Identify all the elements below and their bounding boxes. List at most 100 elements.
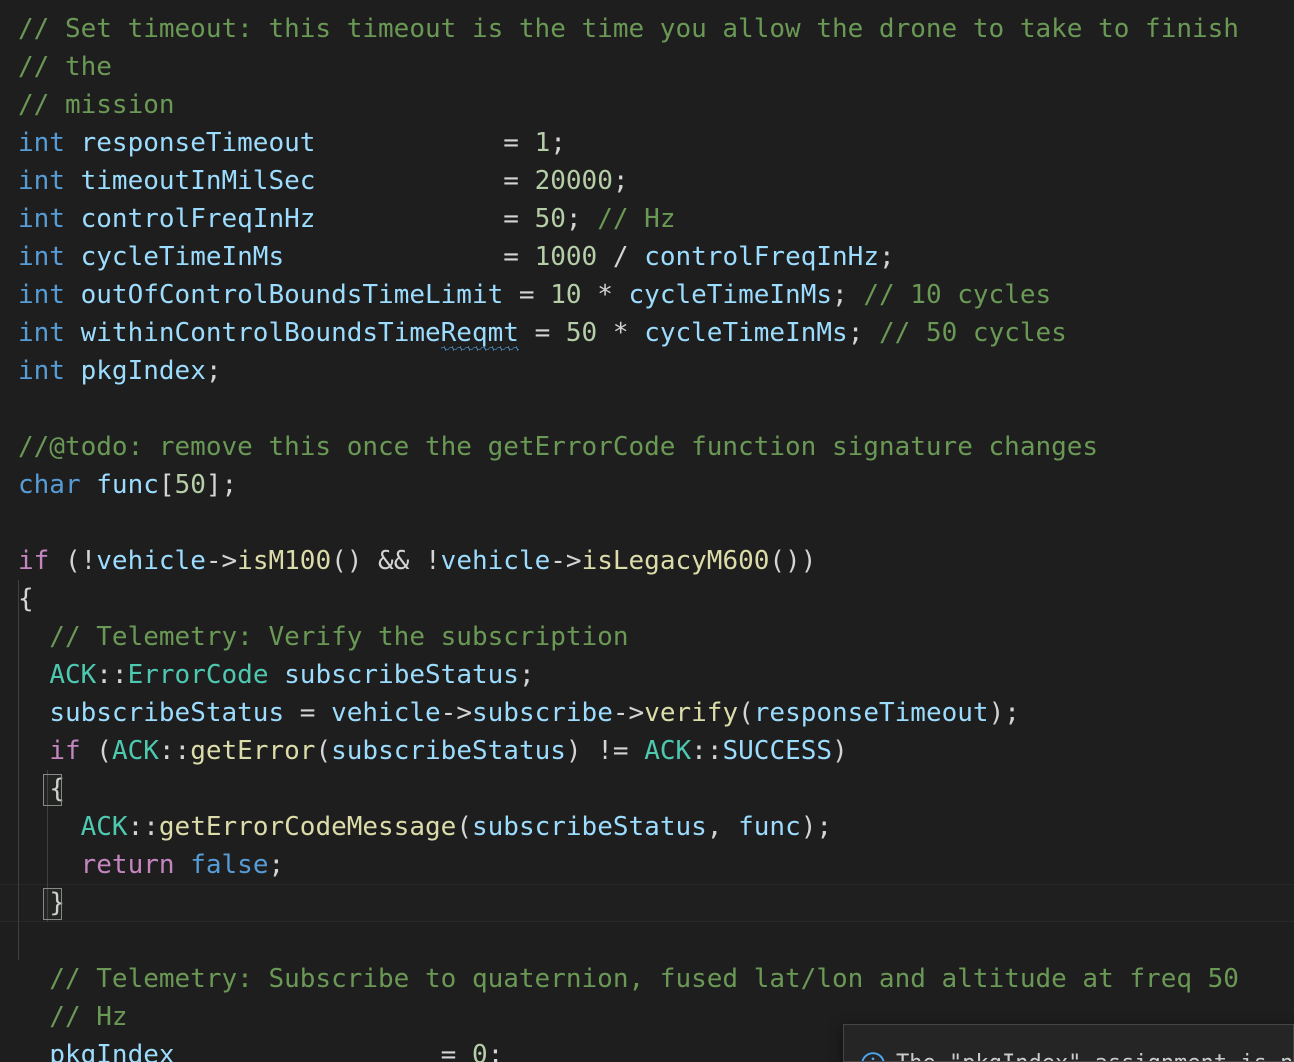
code-line-text: { bbox=[0, 580, 34, 618]
code-line[interactable]: return false; bbox=[0, 846, 1294, 884]
code-line-text: int timeoutInMilSec = 20000; bbox=[0, 162, 629, 200]
code-line[interactable] bbox=[0, 504, 1294, 542]
code-line-text: // Hz bbox=[0, 998, 127, 1036]
code-line[interactable]: int withinControlBoundsTimeReqmt = 50 * … bbox=[0, 314, 1294, 352]
code-line-text: ACK::ErrorCode subscribeStatus; bbox=[0, 656, 535, 694]
code-token: ( bbox=[80, 736, 112, 766]
code-token: ; bbox=[518, 660, 535, 690]
code-line[interactable] bbox=[0, 390, 1294, 428]
code-line[interactable]: //@todo: remove this once the getErrorCo… bbox=[0, 428, 1294, 466]
code-token: // the bbox=[18, 52, 112, 82]
code-line-text: { bbox=[0, 770, 65, 808]
code-line[interactable]: ACK::getErrorCodeMessage(subscribeStatus… bbox=[0, 808, 1294, 846]
code-token: = bbox=[503, 166, 535, 196]
code-token: int bbox=[18, 280, 65, 310]
code-token: int bbox=[18, 356, 65, 386]
code-token: char bbox=[18, 470, 81, 500]
hover-tooltip-row: The "pkgIndex" assignment is not f bbox=[844, 1025, 1293, 1061]
code-token: getErrorCodeMessage bbox=[158, 812, 457, 842]
code-line[interactable]: // the bbox=[0, 48, 1294, 86]
code-token: cycleTimeInMs bbox=[644, 318, 848, 348]
code-line[interactable]: int controlFreqInHz = 50; // Hz bbox=[0, 200, 1294, 238]
code-token: ACK bbox=[111, 736, 159, 766]
code-token: 20000 bbox=[534, 166, 613, 196]
code-line-text: char func[50]; bbox=[0, 466, 237, 504]
code-token: ACK bbox=[80, 812, 128, 842]
code-token: :: bbox=[158, 736, 191, 766]
code-token: ; bbox=[550, 128, 566, 158]
code-token: controlFreqInHz bbox=[80, 204, 316, 234]
code-line-text: //@todo: remove this once the getErrorCo… bbox=[0, 428, 1098, 466]
code-token: ); bbox=[988, 698, 1020, 728]
code-line[interactable]: int responseTimeout = 1; bbox=[0, 124, 1294, 162]
code-lines-container[interactable]: // Set timeout: this timeout is the time… bbox=[0, 0, 1294, 1062]
code-line[interactable]: char func[50]; bbox=[0, 466, 1294, 504]
code-token: int bbox=[18, 242, 65, 272]
code-token: withinControlBoundsTime bbox=[80, 318, 441, 348]
code-token: ACK bbox=[644, 736, 692, 766]
code-line[interactable]: int timeoutInMilSec = 20000; bbox=[0, 162, 1294, 200]
code-token: 0 bbox=[471, 1040, 488, 1062]
code-line-text: int cycleTimeInMs = 1000 / controlFreqIn… bbox=[0, 238, 895, 276]
code-token: // Set timeout: this timeout is the time… bbox=[18, 14, 1239, 44]
code-token: // Hz bbox=[597, 204, 676, 234]
code-line[interactable]: // Set timeout: this timeout is the time… bbox=[0, 10, 1294, 48]
code-line[interactable]: } bbox=[0, 884, 1294, 922]
code-token: (! bbox=[49, 546, 97, 576]
code-line-text: // Telemetry: Verify the subscription bbox=[0, 618, 628, 656]
code-token: ; bbox=[832, 280, 864, 310]
code-token: ErrorCode bbox=[127, 660, 269, 690]
code-token: ; bbox=[847, 318, 879, 348]
code-line[interactable]: int cycleTimeInMs = 1000 / controlFreqIn… bbox=[0, 238, 1294, 276]
code-line-text: int responseTimeout = 1; bbox=[0, 124, 566, 162]
code-token: if bbox=[49, 736, 81, 766]
code-line-text: ACK::getErrorCodeMessage(subscribeStatus… bbox=[0, 808, 832, 846]
code-line[interactable] bbox=[0, 922, 1294, 960]
code-line-text: subscribeStatus = vehicle->subscribe->ve… bbox=[0, 694, 1020, 732]
code-line[interactable]: if (!vehicle->isM100() && !vehicle->isLe… bbox=[0, 542, 1294, 580]
code-line[interactable]: { bbox=[0, 770, 1294, 808]
code-token: ( bbox=[315, 736, 332, 766]
code-token: false bbox=[190, 850, 269, 880]
code-token: ) != bbox=[565, 736, 645, 766]
code-line[interactable]: // Telemetry: Subscribe to quaternion, f… bbox=[0, 960, 1294, 998]
code-editor-viewport[interactable]: // Set timeout: this timeout is the time… bbox=[0, 0, 1294, 1062]
code-token: ; bbox=[268, 850, 285, 880]
code-token: = bbox=[503, 242, 535, 272]
code-token: = bbox=[503, 204, 535, 234]
code-line[interactable]: // Telemetry: Verify the subscription bbox=[0, 618, 1294, 656]
code-line[interactable]: // mission bbox=[0, 86, 1294, 124]
code-line[interactable]: int outOfControlBoundsTimeLimit = 10 * c… bbox=[0, 276, 1294, 314]
code-line[interactable]: subscribeStatus = vehicle->subscribe->ve… bbox=[0, 694, 1294, 732]
code-token: ; bbox=[205, 356, 222, 386]
code-line[interactable]: { bbox=[0, 580, 1294, 618]
code-token: ) bbox=[832, 736, 848, 766]
hover-tooltip-text: The "pkgIndex" assignment is not f bbox=[896, 1049, 1293, 1061]
code-line[interactable]: int pkgIndex; bbox=[0, 352, 1294, 390]
code-token: subscribeStatus bbox=[284, 660, 519, 690]
code-token: subscribeStatus bbox=[49, 698, 285, 728]
code-line-text: // mission bbox=[0, 86, 175, 124]
code-line[interactable]: if (ACK::getError(subscribeStatus) != AC… bbox=[0, 732, 1294, 770]
code-token: ACK bbox=[49, 660, 97, 690]
code-token: ()) bbox=[769, 546, 817, 576]
code-line[interactable]: ACK::ErrorCode subscribeStatus; bbox=[0, 656, 1294, 694]
code-token: verify bbox=[644, 698, 739, 728]
hover-tooltip-widget[interactable]: The "pkgIndex" assignment is not f bbox=[843, 1024, 1294, 1062]
code-token: { bbox=[18, 584, 34, 614]
code-token: outOfControlBoundsTimeLimit bbox=[80, 280, 504, 310]
code-token: vehicle bbox=[331, 698, 441, 728]
